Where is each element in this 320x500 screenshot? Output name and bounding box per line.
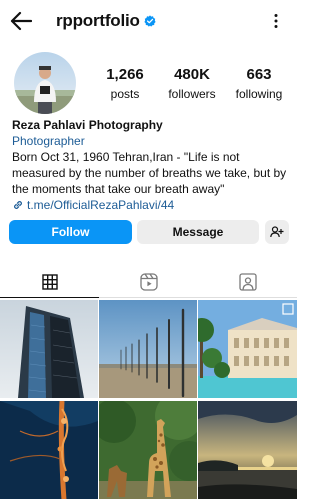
followers-count: 480K: [174, 66, 210, 83]
link-icon: [14, 201, 22, 209]
profile-bio: Reza Pahlavi Photography Photographer Bo…: [12, 117, 292, 213]
sunset-sea-photo: [198, 401, 297, 499]
palace-pool-photo: [198, 300, 297, 398]
profile-actions: Follow Message: [9, 220, 289, 244]
follow-button[interactable]: Follow: [9, 220, 132, 244]
stat-following[interactable]: 663 following: [226, 66, 292, 104]
tab-tagged[interactable]: [198, 266, 297, 297]
grid-icon: [41, 273, 58, 290]
tagged-icon: [238, 272, 257, 291]
tab-reels[interactable]: [99, 266, 198, 297]
reels-icon: [139, 272, 158, 291]
post-palace-pool[interactable]: [198, 300, 297, 398]
following-count: 663: [246, 66, 272, 83]
bio-text-line-1: Born Oct 31, 1960 Tehran,Iran - "Life is…: [12, 150, 240, 164]
profile-category: Photographer: [12, 134, 85, 148]
giraffe-photo: [99, 401, 197, 499]
bio-text-line-2: measured by the number of breaths we tak…: [12, 166, 287, 180]
username-text: rpportfolio: [56, 11, 140, 30]
posts-label: posts: [110, 87, 140, 101]
avatar-photo: [14, 52, 76, 114]
profile-tabs: [0, 266, 297, 298]
post-giraffe[interactable]: [99, 401, 197, 499]
stat-posts[interactable]: 1,266 posts: [92, 66, 158, 104]
profile-link[interactable]: t.me/OfficialRezaPahlavi/44: [12, 197, 292, 213]
following-label: following: [235, 87, 283, 101]
profile-display-name: Reza Pahlavi Photography: [12, 118, 163, 132]
post-building[interactable]: [0, 300, 98, 398]
post-orange-plant[interactable]: [0, 401, 98, 499]
top-bar: rpportfolio: [0, 0, 297, 42]
back-arrow-icon[interactable]: [10, 11, 32, 31]
bio-text-line-3: the moments that take our breath away": [12, 182, 225, 196]
posts-count: 1,266: [106, 66, 144, 83]
building-photo: [0, 300, 98, 398]
post-fence-posts[interactable]: [99, 300, 197, 398]
profile-avatar[interactable]: [14, 52, 76, 114]
stat-followers[interactable]: 480K followers: [159, 66, 225, 104]
more-options-icon[interactable]: [273, 13, 279, 29]
post-sunset-sea[interactable]: [198, 401, 297, 499]
tab-posts-grid[interactable]: [0, 266, 99, 298]
profile-username: rpportfolio: [56, 11, 156, 31]
verified-badge-icon: [144, 15, 156, 27]
posts-grid: [0, 300, 297, 500]
profile-link-text: t.me/OfficialRezaPahlavi/44: [27, 198, 175, 212]
followers-label: followers: [168, 87, 216, 101]
orange-plant-photo: [0, 401, 98, 499]
add-user-button[interactable]: [265, 220, 289, 244]
fence-posts-photo: [99, 300, 197, 398]
message-button[interactable]: Message: [137, 220, 259, 244]
add-person-icon: [270, 226, 284, 238]
profile-stats: 1,266 posts 480K followers 663 following: [92, 66, 292, 104]
